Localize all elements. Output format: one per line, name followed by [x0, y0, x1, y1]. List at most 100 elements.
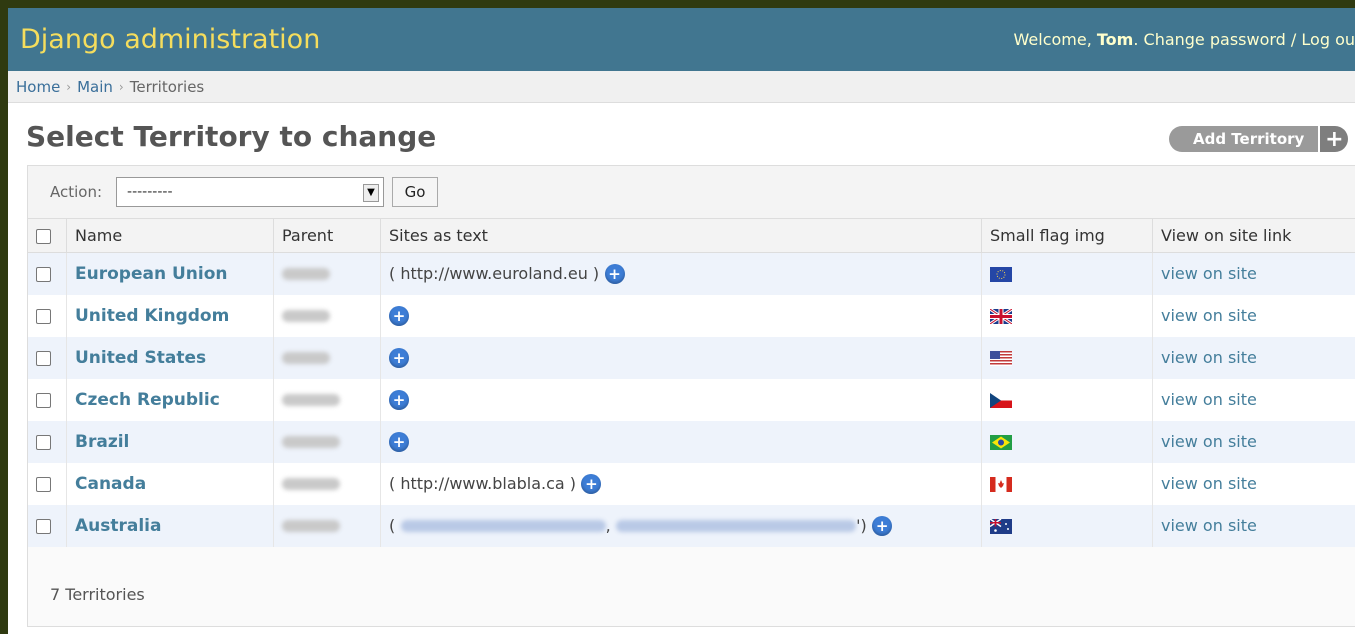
- add-territory-label[interactable]: Add Territory: [1169, 126, 1319, 152]
- column-header-parent[interactable]: Parent: [273, 219, 381, 253]
- territory-name-link[interactable]: United States: [75, 348, 206, 368]
- add-site-icon[interactable]: +: [389, 432, 409, 452]
- us-flag-icon: [990, 350, 1012, 366]
- user-name: Tom: [1096, 30, 1134, 49]
- uk-flag-icon: [990, 308, 1012, 324]
- site-title[interactable]: Django administration: [20, 24, 320, 55]
- add-site-icon[interactable]: +: [872, 516, 893, 536]
- add-icon[interactable]: +: [1320, 126, 1349, 152]
- brazil-flag-icon: [990, 434, 1012, 450]
- sites-cell: +: [380, 379, 982, 421]
- site-url: http://www.blabla.ca: [400, 474, 565, 493]
- column-header-name[interactable]: Name: [66, 219, 274, 253]
- canada-flag-icon: [990, 476, 1012, 492]
- row-checkbox[interactable]: [36, 476, 51, 492]
- welcome-suffix: .: [1133, 30, 1139, 49]
- row-checkbox[interactable]: [36, 518, 51, 534]
- parent-cell: [273, 421, 381, 463]
- czech-flag-icon: [990, 392, 1012, 408]
- add-site-icon[interactable]: +: [389, 348, 409, 368]
- view-on-site-link[interactable]: view on site: [1161, 306, 1257, 325]
- view-on-site-link[interactable]: view on site: [1161, 474, 1257, 493]
- row-checkbox[interactable]: [36, 392, 51, 408]
- name-cell: Australia: [66, 505, 274, 547]
- territory-name-link[interactable]: Czech Republic: [75, 390, 220, 410]
- sites-prefix: (: [389, 516, 396, 535]
- page-title: Select Territory to change: [26, 120, 437, 153]
- parent-cell: [273, 379, 381, 421]
- flag-cell: [981, 463, 1153, 505]
- flag-cell: [981, 379, 1153, 421]
- sites-cell: ( http://www.euroland.eu ) +: [380, 252, 982, 295]
- table-row: United Kingdom + view on site: [28, 295, 1355, 337]
- territory-name-link[interactable]: Australia: [75, 516, 162, 536]
- territory-name-link[interactable]: United Kingdom: [75, 306, 229, 326]
- logout-link[interactable]: Log ou: [1301, 30, 1355, 49]
- dropdown-arrow-icon[interactable]: ▼: [363, 184, 380, 202]
- table-row: Czech Republic + view on site: [28, 379, 1355, 421]
- add-site-icon[interactable]: +: [389, 390, 409, 410]
- row-checkbox[interactable]: [36, 266, 51, 282]
- name-cell: Czech Republic: [66, 379, 274, 421]
- add-site-icon[interactable]: +: [604, 264, 625, 284]
- territory-name-link[interactable]: Brazil: [75, 432, 129, 452]
- parent-cell: [273, 252, 381, 295]
- view-on-site-link[interactable]: view on site: [1161, 432, 1257, 451]
- view-cell: view on site: [1152, 379, 1355, 421]
- breadcrumb-home[interactable]: Home: [16, 78, 60, 96]
- territory-name-link[interactable]: European Union: [75, 264, 228, 284]
- redacted-parent: [282, 520, 340, 532]
- row-checkbox[interactable]: [36, 308, 51, 324]
- site-url: http://www.euroland.eu: [400, 264, 588, 283]
- go-button[interactable]: Go: [392, 177, 439, 207]
- table-row: Canada ( http://www.blabla.ca ) + view o…: [28, 463, 1355, 505]
- view-on-site-link[interactable]: view on site: [1161, 348, 1257, 367]
- sites-cell: +: [380, 295, 982, 337]
- table-header-row: Name Parent Sites as text Small flag img…: [28, 219, 1355, 253]
- view-on-site-link[interactable]: view on site: [1161, 390, 1257, 409]
- paginator: 7 Territories: [50, 585, 145, 604]
- row-select-cell: [28, 379, 67, 421]
- column-header-sites[interactable]: Sites as text: [380, 219, 982, 253]
- add-site-icon[interactable]: +: [389, 306, 409, 326]
- view-on-site-link[interactable]: view on site: [1161, 516, 1257, 535]
- view-on-site-link[interactable]: view on site: [1161, 264, 1257, 283]
- sites-prefix: (: [389, 474, 401, 493]
- row-select-cell: [28, 421, 67, 463]
- row-checkbox[interactable]: [36, 350, 51, 366]
- add-site-icon[interactable]: +: [581, 474, 602, 494]
- row-select-cell: [28, 295, 67, 337]
- flag-cell: [981, 421, 1153, 463]
- select-all-checkbox[interactable]: [36, 229, 51, 244]
- column-header-flag[interactable]: Small flag img: [981, 219, 1153, 253]
- eu-flag-icon: [990, 266, 1012, 282]
- add-territory-button[interactable]: Add Territory +: [1169, 125, 1351, 153]
- table-row: Australia ( , ') + view on site: [28, 505, 1355, 547]
- actions-bar: Action: --------- ▼ Go: [28, 166, 1355, 219]
- row-checkbox[interactable]: [36, 434, 51, 450]
- redacted-parent: [282, 394, 340, 406]
- column-header-view[interactable]: View on site link: [1152, 219, 1355, 253]
- change-password-link[interactable]: Change password: [1144, 30, 1286, 49]
- row-select-cell: [28, 337, 67, 379]
- view-cell: view on site: [1152, 421, 1355, 463]
- header: Django administration Welcome, Tom. Chan…: [8, 8, 1355, 71]
- flag-cell: [981, 252, 1153, 295]
- name-cell: Canada: [66, 463, 274, 505]
- breadcrumb-current: Territories: [129, 77, 205, 96]
- action-select[interactable]: --------- ▼: [116, 177, 385, 207]
- view-cell: view on site: [1152, 337, 1355, 379]
- breadcrumb-separator: ›: [66, 79, 72, 94]
- sites-cell: ( , ') +: [380, 505, 982, 547]
- sites-cell: +: [380, 421, 982, 463]
- result-list: Name Parent Sites as text Small flag img…: [28, 219, 1355, 547]
- user-tools-separator: /: [1290, 30, 1297, 49]
- row-select-cell: [28, 505, 67, 547]
- sites-cell: +: [380, 337, 982, 379]
- territory-name-link[interactable]: Canada: [75, 474, 146, 494]
- breadcrumb-main[interactable]: Main: [77, 78, 113, 96]
- select-all-header: [28, 219, 67, 253]
- parent-cell: [273, 295, 381, 337]
- parent-cell: [273, 463, 381, 505]
- flag-cell: [981, 505, 1153, 547]
